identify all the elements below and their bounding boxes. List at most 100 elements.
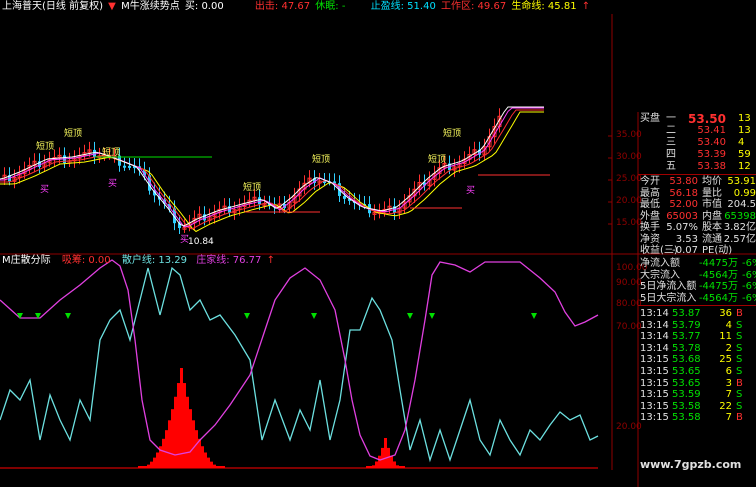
histogram-bar <box>198 438 201 468</box>
histogram-bar <box>375 461 378 468</box>
stock-title: 上海普天(日线 前复权) <box>2 1 103 12</box>
tick-side: S <box>736 319 743 331</box>
histogram-bar <box>192 420 195 468</box>
tick-side: S <box>736 366 743 377</box>
stat-value-2: 65398 <box>724 210 756 222</box>
stat-label-2: 流通 <box>702 233 722 245</box>
tick-vol: 7 <box>725 389 732 401</box>
buy-level-price: 53.50 <box>688 112 726 126</box>
tick-vol: 2 <box>725 342 732 354</box>
flow-value: -4564万 <box>698 292 738 304</box>
osc-title: M庄散分际 <box>2 255 51 266</box>
histogram-bar <box>174 396 177 468</box>
buy-level-vol: 13 <box>738 113 751 124</box>
histogram-bar <box>189 409 192 468</box>
tick-time: 13:15 <box>640 412 669 424</box>
flow-value: -4475万 <box>698 258 738 269</box>
stat-label-2: 股本 <box>702 222 722 233</box>
tick-time: 13:15 <box>640 366 669 377</box>
tick-time: 13:14 <box>640 331 669 343</box>
tick-time: 13:14 <box>640 308 669 319</box>
stat-value-2: 0.99 <box>733 187 756 199</box>
buy-level-vol: 13 <box>738 125 751 136</box>
stat-value: 56.18 <box>669 187 698 199</box>
buy-level-label: 四 <box>666 149 676 160</box>
flow-value: -4564万 <box>698 269 738 281</box>
stat-label: 外盘 <box>640 210 660 222</box>
tick-row: 13:15 53.65 3 B <box>638 378 756 390</box>
stat-label: 今开 <box>640 176 660 187</box>
stat-label-2: PE(动) <box>702 245 733 256</box>
low-price-label: 10.84 <box>188 237 214 247</box>
banker-line <box>0 259 599 461</box>
price-panel-header: 上海普天(日线 前复权) ▼ M牛涨续势点 买: 0.00 出击: 47.67 … <box>2 1 592 13</box>
histogram-bar <box>186 396 189 468</box>
histogram-bar <box>204 452 207 468</box>
stat-value-2: 53.91 <box>727 176 756 187</box>
stop-value: 止盈线: 51.40 <box>370 1 436 12</box>
signal-marker <box>311 313 317 319</box>
tick-price: 53.68 <box>672 354 701 366</box>
tick-price: 53.58 <box>672 400 701 412</box>
tick-row: 13:14 53.79 4 S <box>638 320 756 332</box>
flow-value: -4475万 <box>698 281 738 292</box>
histogram-bar <box>150 461 153 468</box>
tick-price: 53.65 <box>672 377 701 389</box>
candle-body <box>128 165 131 168</box>
histogram-bar <box>390 455 393 468</box>
histogram-bar <box>384 438 387 468</box>
flow-row: 5日净流入额-4475万 -6% <box>638 281 756 293</box>
arrow-up-icon: ↑ <box>581 1 591 12</box>
stat-value: 53.80 <box>669 176 698 187</box>
histogram-bar <box>171 409 174 468</box>
histogram-bar <box>381 447 384 468</box>
buy-level-price: 53.41 <box>697 125 726 136</box>
buy-label: 买 <box>466 186 476 196</box>
histogram-bar <box>168 420 171 468</box>
tick-vol: 4 <box>725 319 732 331</box>
signal-marker <box>429 313 435 319</box>
histogram-bar <box>165 430 168 468</box>
buy-level-row: 四 53.39 59 <box>638 149 756 161</box>
tick-row: 13:15 53.59 7 S <box>638 389 756 401</box>
tick-time: 13:15 <box>640 389 669 401</box>
buy-level-label: 一 <box>666 113 676 124</box>
stat-value-2: 2.57亿 <box>723 233 756 245</box>
divider <box>638 174 756 175</box>
buy-label: 买盘 <box>640 113 660 124</box>
flow-row: 净流入额 -4475万 -6% <box>638 258 756 270</box>
tick-row: 13:14 53.77 11 S <box>638 331 756 343</box>
flow-pct: -6% <box>742 258 756 269</box>
tick-vol: 22 <box>719 400 732 412</box>
hint-value: 吸筹: 0.00 <box>61 255 111 266</box>
histogram-bar <box>183 383 186 468</box>
retail-value: 散户线: 13.29 <box>121 255 188 266</box>
tick-side: S <box>736 389 743 401</box>
stat-value: 5.07% <box>666 222 698 233</box>
signal-marker <box>65 313 71 319</box>
tick-vol: 11 <box>719 331 732 343</box>
tick-vol: 25 <box>719 354 732 366</box>
histogram-bar <box>207 457 210 468</box>
histogram-bar <box>201 446 204 468</box>
tick-time: 13:15 <box>640 354 669 366</box>
tick-side: B <box>736 308 743 319</box>
life-value: 生命线: 45.81 <box>511 1 577 12</box>
defend-value: 休眠: - <box>315 1 346 12</box>
buy-level-vol: 12 <box>738 161 751 172</box>
flow-pct: -6% <box>742 281 756 292</box>
tick-row: 13:15 53.58 7 B <box>638 412 756 424</box>
tick-time: 13:14 <box>640 319 669 331</box>
arrow-down-icon: ▼ <box>108 1 116 12</box>
flow-label: 5日净流入额 <box>640 281 697 292</box>
histogram-bar <box>393 461 396 468</box>
tick-row: 13:15 53.58 22 S <box>638 401 756 413</box>
buy-level-price: 53.39 <box>697 149 726 160</box>
indicator-name: M牛涨续势点 <box>121 1 180 12</box>
short-top-label: 短顶 <box>312 155 331 165</box>
histogram-bar <box>195 430 198 468</box>
stat-row: 最低 52.00 市值 204.5 <box>638 199 756 211</box>
tick-vol: 6 <box>725 366 732 377</box>
tick-price: 53.58 <box>672 412 701 424</box>
buy-level-row: 二 53.41 13 <box>638 125 756 137</box>
